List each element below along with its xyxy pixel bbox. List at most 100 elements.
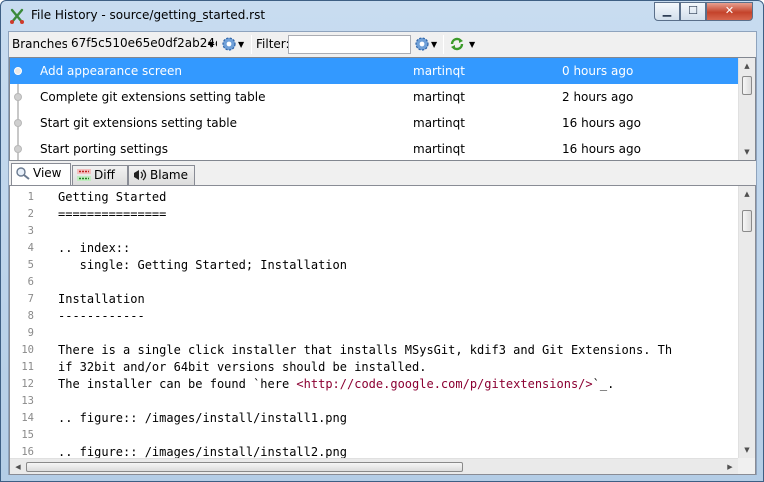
- code-line: 10 There is a single click installer that…: [10, 342, 738, 359]
- commit-row[interactable]: Add appearance screen martinqt 0 hours a…: [10, 58, 740, 84]
- code-line: 2 ===============: [10, 206, 738, 223]
- url-link: <http://code.google.com/p/gitextensions/…: [296, 377, 593, 391]
- tab-diff[interactable]: Diff: [72, 165, 128, 185]
- line-number: 15: [21, 429, 34, 441]
- code-area[interactable]: 1 Getting Started 2 =============== 3 4 .. …: [10, 186, 738, 458]
- scroll-up-arrow[interactable]: ▲: [739, 58, 755, 74]
- title-bar[interactable]: File History - source/getting_started.rs…: [1, 1, 763, 31]
- maximize-button[interactable]: ☐: [680, 2, 706, 21]
- commit-node: [14, 67, 22, 75]
- magnifier-icon: [16, 167, 30, 180]
- horizontal-scroll-thumb[interactable]: [26, 462, 463, 472]
- scroll-left-arrow[interactable]: ◀: [10, 459, 26, 474]
- scroll-up-arrow[interactable]: ▲: [739, 186, 755, 202]
- filter-input[interactable]: [288, 35, 411, 54]
- line-text: There is a single click installer that i…: [58, 343, 673, 357]
- refresh-icon[interactable]: [449, 36, 465, 52]
- tab-label: Blame: [150, 168, 188, 182]
- commit-author: martinqt: [413, 142, 465, 156]
- line-text: The installer can be found `here <http:/…: [58, 376, 614, 393]
- commit-message: Add appearance screen: [40, 64, 182, 78]
- code-line: 7 Installation: [10, 291, 738, 308]
- line-number: 11: [21, 361, 34, 373]
- commit-node: [14, 93, 22, 101]
- window-title: File History - source/getting_started.rs…: [31, 8, 266, 22]
- file-content-viewer[interactable]: 1 Getting Started 2 =============== 3 4 .. …: [9, 185, 756, 475]
- line-number: 3: [27, 225, 34, 237]
- line-text: Installation: [58, 292, 145, 306]
- commit-date: 16 hours ago: [562, 142, 641, 156]
- commit-date: 0 hours ago: [562, 64, 634, 78]
- code-line: 8 ------------: [10, 308, 738, 325]
- code-line: 5 single: Getting Started; Installation: [10, 257, 738, 274]
- line-number: 1: [27, 191, 34, 203]
- commit-date: 2 hours ago: [562, 90, 634, 104]
- toolbar-separator: [443, 35, 444, 54]
- scroll-right-arrow[interactable]: ▶: [722, 459, 738, 474]
- editor-vertical-scrollbar[interactable]: ▲ ▼: [738, 186, 755, 458]
- scroll-thumb[interactable]: [742, 210, 752, 232]
- tab-label: Diff: [94, 168, 115, 182]
- line-number: 16: [21, 446, 34, 458]
- minimize-button[interactable]: ▁: [654, 2, 680, 21]
- commit-date: 16 hours ago: [562, 116, 641, 130]
- filter-dropdown-icon[interactable]: ▼: [431, 40, 437, 49]
- code-line: 9: [10, 325, 738, 342]
- code-line: 12 The installer can be found `here <http…: [10, 376, 738, 393]
- line-number: 6: [27, 276, 34, 288]
- line-number: 14: [21, 412, 34, 424]
- line-number: 10: [21, 344, 34, 356]
- commit-list[interactable]: Add appearance screen martinqt 0 hours a…: [9, 57, 756, 161]
- line-number: 9: [27, 327, 34, 339]
- line-text: ------------: [58, 309, 145, 323]
- code-line: 1 Getting Started: [10, 189, 738, 206]
- tab-label: View: [33, 166, 62, 180]
- scroll-down-arrow[interactable]: ▼: [739, 144, 755, 160]
- line-number: 5: [27, 259, 34, 271]
- code-line: 6: [10, 274, 738, 291]
- code-line: 15: [10, 427, 738, 444]
- editor-horizontal-scrollbar[interactable]: ◀ ▶: [10, 458, 738, 474]
- line-text: ===============: [58, 207, 167, 221]
- code-line: 13: [10, 393, 738, 410]
- file-history-window: File History - source/getting_started.rs…: [0, 0, 764, 482]
- line-text: .. figure:: /images/install/install1.png: [58, 411, 347, 425]
- minimize-icon: ▁: [662, 4, 672, 17]
- code-line: 14 .. figure:: /images/install/install1.p…: [10, 410, 738, 427]
- code-line: 16 .. figure:: /images/install/install2.p…: [10, 444, 738, 458]
- commit-row[interactable]: Start porting settings martinqt 16 hours…: [10, 136, 740, 160]
- line-number: 13: [21, 395, 34, 407]
- commit-list-scrollbar[interactable]: ▲ ▼: [738, 58, 755, 160]
- branch-value: 67f5c510e65e0df2ab24e39: [71, 36, 217, 50]
- scroll-down-arrow[interactable]: ▼: [739, 442, 755, 458]
- tab-blame[interactable]: Blame: [128, 165, 195, 185]
- client-area: Branches: 67f5c510e65e0df2ab24e39 ▼ ▼ Fi…: [8, 31, 757, 475]
- settings-dropdown-icon[interactable]: ▼: [238, 40, 244, 49]
- scroll-thumb[interactable]: [742, 76, 752, 95]
- branch-dropdown-icon[interactable]: ▼: [208, 40, 214, 49]
- view-tabs: View Diff Blame: [9, 163, 756, 185]
- line-number: 4: [27, 242, 34, 254]
- filter-settings-gear-icon[interactable]: [414, 36, 430, 52]
- gear-icon[interactable]: [221, 36, 237, 52]
- line-number: 2: [27, 208, 34, 220]
- code-line: 4 .. index::: [10, 240, 738, 257]
- commit-author: martinqt: [413, 90, 465, 104]
- commit-author: martinqt: [413, 116, 465, 130]
- refresh-dropdown-icon[interactable]: ▼: [469, 40, 475, 49]
- commit-author: martinqt: [413, 64, 465, 78]
- commit-node: [14, 119, 22, 127]
- git-extensions-icon: [10, 8, 24, 24]
- line-text: single: Getting Started; Installation: [58, 258, 347, 272]
- diff-icon: [77, 169, 91, 181]
- commit-message: Start porting settings: [40, 142, 168, 156]
- commit-row[interactable]: Start git extensions setting table marti…: [10, 110, 740, 136]
- line-text-before-link: The installer can be found `here: [58, 377, 297, 391]
- branch-select[interactable]: 67f5c510e65e0df2ab24e39: [67, 35, 217, 53]
- close-button[interactable]: ✕: [706, 2, 753, 21]
- scrollbar-corner: [738, 458, 755, 474]
- commit-row[interactable]: Complete git extensions setting table ma…: [10, 84, 740, 110]
- branches-label: Branches:: [12, 37, 73, 51]
- tab-view[interactable]: View: [11, 163, 71, 185]
- line-text: if 32bit and/or 64bit versions should be…: [58, 360, 427, 374]
